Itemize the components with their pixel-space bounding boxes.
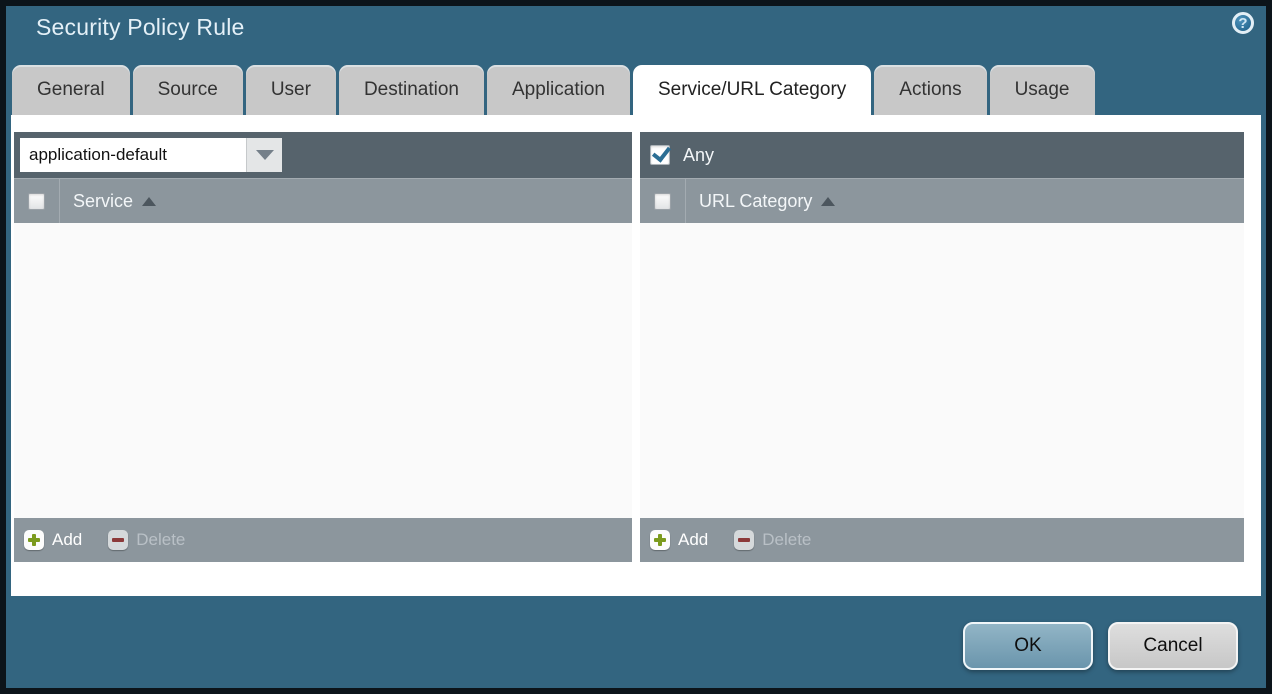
service-add-button[interactable]: Add	[24, 530, 82, 550]
service-list[interactable]	[14, 223, 632, 518]
service-delete-label: Delete	[136, 530, 185, 550]
url-category-list[interactable]	[640, 223, 1244, 518]
tab-general[interactable]: General	[12, 65, 130, 115]
service-type-value[interactable]: application-default	[20, 138, 246, 172]
url-checkbox-cell	[640, 179, 686, 223]
service-delete-button[interactable]: Delete	[108, 530, 185, 550]
service-panel: application-default Service Add	[14, 132, 632, 562]
url-delete-button[interactable]: Delete	[734, 530, 811, 550]
url-category-panel: Any URL Category Add Delete	[640, 132, 1244, 562]
url-category-column-header[interactable]: URL Category	[699, 191, 812, 212]
service-panel-toolbar: application-default	[14, 132, 632, 178]
sort-ascending-icon[interactable]	[821, 197, 835, 206]
url-table-header: URL Category	[640, 178, 1244, 223]
tab-service-url-category[interactable]: Service/URL Category	[633, 65, 871, 119]
tab-destination[interactable]: Destination	[339, 65, 484, 115]
tab-user[interactable]: User	[246, 65, 336, 115]
tab-actions[interactable]: Actions	[874, 65, 986, 115]
content-area: application-default Service Add	[11, 115, 1261, 596]
plus-icon	[24, 530, 44, 550]
cancel-button[interactable]: Cancel	[1108, 622, 1238, 670]
tab-application[interactable]: Application	[487, 65, 630, 115]
minus-icon	[108, 530, 128, 550]
minus-icon	[734, 530, 754, 550]
tab-usage[interactable]: Usage	[990, 65, 1095, 115]
service-panel-footer: Add Delete	[14, 518, 632, 562]
any-row: Any	[650, 145, 714, 166]
service-add-label: Add	[52, 530, 82, 550]
tab-bar: General Source User Destination Applicat…	[12, 65, 1095, 115]
sort-ascending-icon[interactable]	[142, 197, 156, 206]
url-add-button[interactable]: Add	[650, 530, 708, 550]
url-panel-toolbar: Any	[640, 132, 1244, 178]
chevron-down-icon	[256, 150, 274, 160]
service-table-header: Service	[14, 178, 632, 223]
dropdown-button[interactable]	[246, 138, 282, 172]
tab-source[interactable]: Source	[133, 65, 243, 115]
plus-icon	[650, 530, 670, 550]
help-icon[interactable]: ?	[1232, 12, 1254, 34]
url-delete-label: Delete	[762, 530, 811, 550]
dialog-title: Security Policy Rule	[36, 14, 245, 41]
service-checkbox-cell	[14, 179, 60, 223]
any-label: Any	[683, 145, 714, 166]
any-checkbox[interactable]	[650, 145, 670, 165]
url-panel-footer: Add Delete	[640, 518, 1244, 562]
service-column-header[interactable]: Service	[73, 191, 133, 212]
ok-button[interactable]: OK	[963, 622, 1093, 670]
url-add-label: Add	[678, 530, 708, 550]
service-select-all-checkbox[interactable]	[28, 193, 45, 210]
service-type-dropdown[interactable]: application-default	[20, 138, 282, 172]
url-select-all-checkbox[interactable]	[654, 193, 671, 210]
